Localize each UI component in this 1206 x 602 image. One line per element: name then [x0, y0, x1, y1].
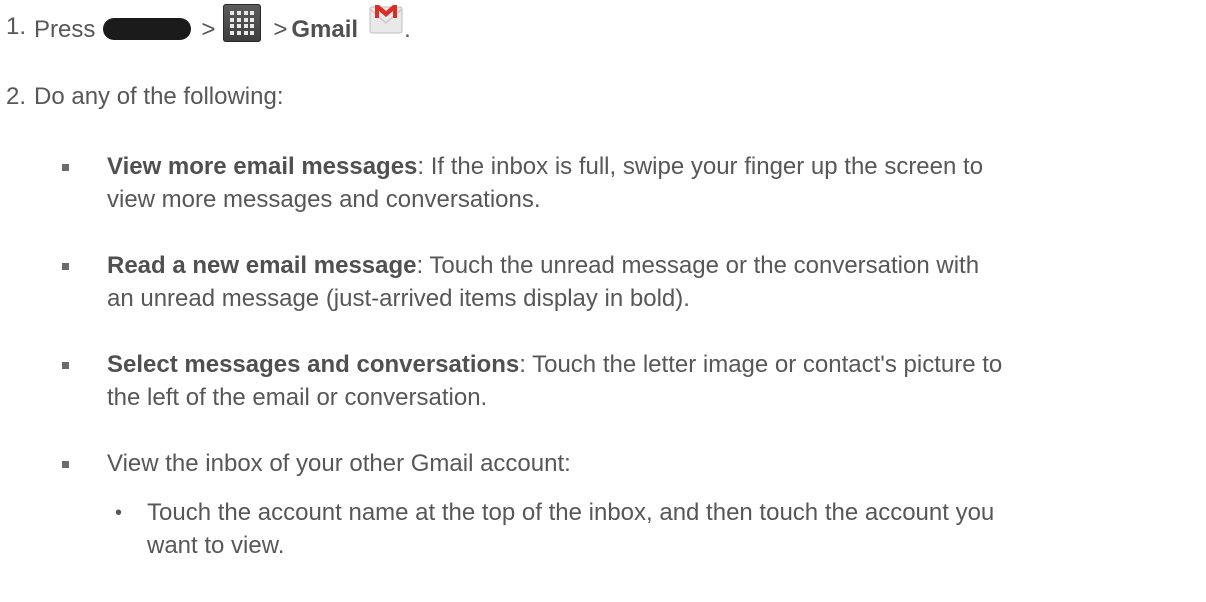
bullet-text: : Touch the unread message or the conver… [416, 252, 980, 279]
separator: > [273, 15, 288, 43]
step-1-period: . [404, 15, 411, 43]
sub-bullet-text: Touch the account name at the top of the… [147, 499, 995, 526]
square-bullet-icon [62, 362, 69, 369]
bullet-title: Read a new email message [107, 252, 417, 279]
bullet-title: Select messages and conversations [107, 351, 520, 378]
square-bullet-icon [62, 461, 69, 468]
bullet-text: the left of the email or conversation. [107, 384, 488, 411]
square-bullet-icon [62, 164, 69, 171]
separator: > [201, 15, 216, 43]
bullet-title: View more email messages [107, 153, 418, 180]
step-number: 2. [6, 83, 27, 110]
bullet-text: : If the inbox is full, swipe your finge… [417, 153, 984, 180]
list-item: Select messages and conversations: Touch… [107, 348, 1197, 414]
home-key-icon [103, 18, 192, 40]
sub-list-item: Touch the account name at the top of the… [147, 496, 1187, 562]
step-2-text: Do any of the following: [34, 83, 284, 110]
apps-grid-icon [223, 4, 262, 42]
bullet-text: View the inbox of your other Gmail accou… [107, 450, 571, 477]
bullet-text: view more messages and conversations. [107, 186, 541, 213]
list-item: View the inbox of your other Gmail accou… [107, 447, 1197, 480]
sub-bullet-text: want to view. [147, 532, 285, 559]
app-name-gmail: Gmail [291, 15, 359, 43]
square-bullet-icon [62, 263, 69, 270]
round-bullet-icon: • [115, 502, 123, 524]
bullet-text: : Touch the letter image or contact's pi… [519, 351, 1003, 378]
gmail-envelope-icon [368, 1, 404, 37]
list-item: View more email messages: If the inbox i… [107, 150, 1197, 216]
list-item: Read a new email message: Touch the unre… [107, 249, 1197, 315]
press-label: Press [34, 15, 96, 43]
step-1-body: Press > > Gmail . [34, 4, 411, 48]
step-number: 1. [6, 13, 27, 40]
bullet-text: an unread message (just-arrived items di… [107, 285, 690, 312]
